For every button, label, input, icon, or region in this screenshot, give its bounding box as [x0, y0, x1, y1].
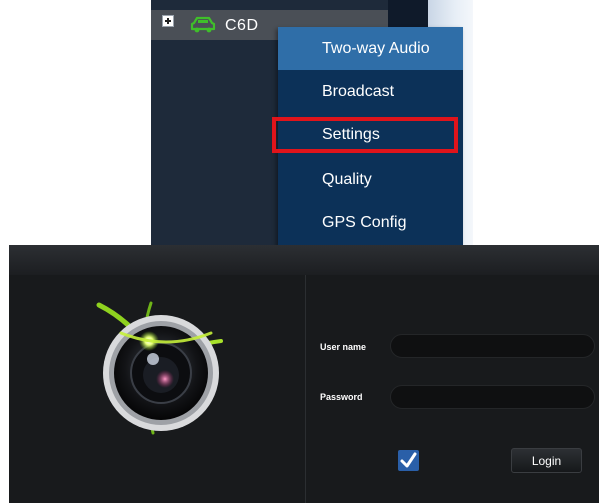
- password-label: Password: [320, 392, 363, 402]
- device-name-label[interactable]: C6D: [225, 17, 259, 35]
- menu-item-broadcast[interactable]: Broadcast: [278, 70, 463, 113]
- remember-checkbox[interactable]: [398, 450, 419, 471]
- menu-item-quality[interactable]: Quality: [278, 158, 463, 201]
- login-header-band: [9, 245, 599, 275]
- menu-item-settings[interactable]: Settings: [278, 113, 463, 156]
- context-menu: Two-way Audio Broadcast Settings Quality…: [278, 27, 463, 246]
- login-button[interactable]: Login: [511, 448, 582, 473]
- checkmark-icon: [400, 452, 417, 468]
- expand-icon[interactable]: [162, 15, 174, 27]
- login-dialog: User name Password Login: [9, 245, 599, 503]
- login-divider: [305, 275, 306, 503]
- username-label: User name: [320, 342, 367, 352]
- car-icon: [190, 16, 216, 33]
- camera-lens-logo-icon: [96, 301, 223, 435]
- username-field[interactable]: [390, 334, 595, 358]
- screenshot: C6D Two-way Audio Broadcast Settings Qua…: [0, 0, 599, 503]
- menu-item-two-way-audio[interactable]: Two-way Audio: [278, 27, 463, 70]
- menu-item-gps-config[interactable]: GPS Config: [278, 201, 463, 244]
- password-field[interactable]: [390, 385, 595, 409]
